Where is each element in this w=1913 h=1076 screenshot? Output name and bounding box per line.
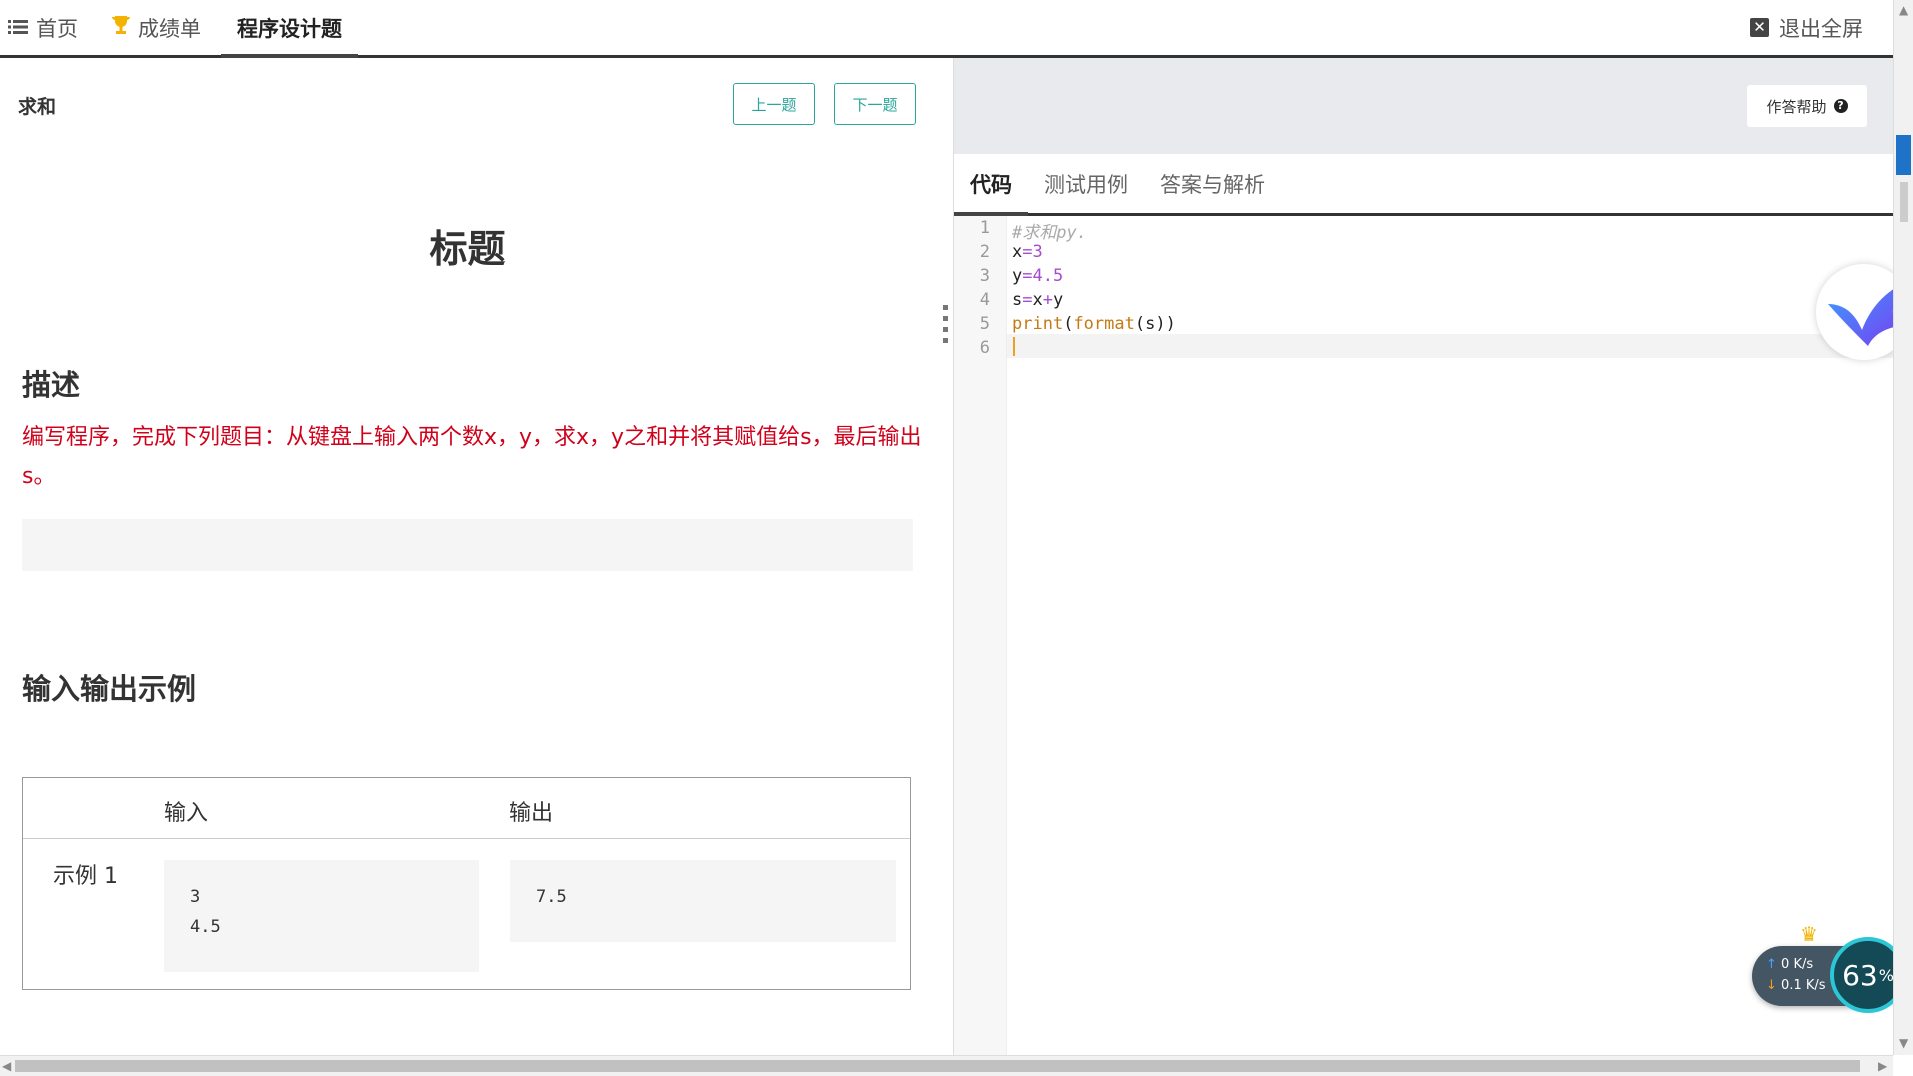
table-header: 输入 输出 bbox=[23, 778, 910, 839]
next-question-button[interactable]: 下一题 bbox=[834, 83, 916, 125]
text-cursor bbox=[1013, 337, 1015, 356]
answer-help-button[interactable]: 作答帮助 ? bbox=[1747, 85, 1867, 127]
answer-help-label: 作答帮助 bbox=[1766, 97, 1827, 116]
example-output-box: 7.5 bbox=[510, 860, 896, 942]
prev-question-button[interactable]: 上一题 bbox=[733, 83, 815, 125]
vip-crown-icon: ♛ bbox=[1800, 922, 1818, 946]
code-line[interactable]: print(format(s)) bbox=[1012, 314, 1176, 334]
code-line[interactable]: x=3 bbox=[1012, 242, 1043, 262]
horizontal-scrollbar[interactable]: ◀ ▶ bbox=[0, 1055, 1893, 1076]
download-speed-value: 0.1 K/s bbox=[1781, 978, 1826, 993]
upload-speed-value: 0 K/s bbox=[1781, 957, 1814, 972]
example-input-line: 3 bbox=[190, 887, 201, 907]
io-example-table: 输入 输出 示例 1 3 4.5 7.5 bbox=[22, 777, 911, 990]
question-mark-icon: ? bbox=[1833, 99, 1848, 113]
line-number: 6 bbox=[979, 338, 990, 358]
line-number-gutter: 1 2 3 4 5 6 bbox=[954, 216, 1007, 1055]
example-input-line: 4.5 bbox=[190, 917, 221, 937]
line-number: 4 bbox=[979, 290, 990, 310]
question-title: 求和 bbox=[18, 96, 57, 118]
vertical-scroll-thumb-secondary[interactable] bbox=[1900, 182, 1908, 222]
line-number: 3 bbox=[979, 266, 990, 286]
tab-programming[interactable]: 程序设计题 bbox=[221, 0, 358, 58]
exit-fullscreen-button[interactable]: ✕ 退出全屏 bbox=[1750, 0, 1863, 55]
column-header-input: 输入 bbox=[164, 801, 209, 826]
io-example-title: 输入输出示例 bbox=[22, 672, 197, 706]
exit-fullscreen-label: 退出全屏 bbox=[1779, 16, 1863, 41]
upload-arrow-icon: ↑ bbox=[1766, 957, 1777, 972]
drag-handle-icon[interactable] bbox=[943, 305, 949, 355]
scroll-right-icon[interactable]: ▶ bbox=[1878, 1059, 1887, 1073]
code-line[interactable]: s=x+y bbox=[1012, 290, 1063, 310]
close-icon: ✕ bbox=[1750, 18, 1769, 37]
tab-programming-label: 程序设计题 bbox=[237, 16, 342, 41]
editor-tabs: 代码 测试用例 答案与解析 bbox=[954, 154, 1893, 216]
memory-usage-unit: % bbox=[1878, 965, 1894, 985]
description-title: 描述 bbox=[22, 368, 81, 402]
example-output-line: 7.5 bbox=[536, 887, 567, 907]
scroll-down-icon[interactable]: ▼ bbox=[1899, 1036, 1908, 1050]
problem-pane: 求和 上一题 下一题 标题 描述 编写程序，完成下列题目：从键盘上输入两个数x，… bbox=[0, 58, 953, 1055]
code-line[interactable]: y=4.5 bbox=[1012, 266, 1063, 286]
example-input-box: 3 4.5 bbox=[164, 860, 479, 972]
scroll-up-icon[interactable]: ▲ bbox=[1899, 3, 1908, 17]
vertical-scroll-thumb[interactable] bbox=[1896, 135, 1911, 175]
code-editor[interactable]: 1 2 3 4 5 6 #求和py. x=3 y=4.5 s=x+y print… bbox=[954, 216, 1893, 1055]
top-nav: 首页 成绩单 程序设计题 ✕ 退出全屏 bbox=[0, 0, 1893, 58]
line-number: 5 bbox=[979, 314, 990, 334]
trophy-icon bbox=[112, 15, 130, 40]
tab-home[interactable]: 首页 bbox=[8, 0, 78, 55]
upload-speed: ↑ 0 K/s bbox=[1766, 957, 1813, 972]
description-text: 编写程序，完成下列题目：从键盘上输入两个数x，y，求x，y之和并将其赋值给s，最… bbox=[22, 425, 922, 489]
tab-test-cases[interactable]: 测试用例 bbox=[1044, 154, 1128, 213]
scroll-left-icon[interactable]: ◀ bbox=[2, 1059, 11, 1073]
download-speed: ↓ 0.1 K/s bbox=[1766, 978, 1826, 993]
line-number: 2 bbox=[979, 242, 990, 262]
problem-heading: 标题 bbox=[429, 227, 506, 271]
tab-scores-label: 成绩单 bbox=[138, 16, 201, 41]
code-line[interactable]: #求和py. bbox=[1012, 218, 1087, 243]
description-empty-block bbox=[22, 519, 913, 571]
tab-code[interactable]: 代码 bbox=[954, 154, 1028, 216]
tab-home-label: 首页 bbox=[36, 16, 78, 41]
download-arrow-icon: ↓ bbox=[1766, 978, 1777, 993]
tab-scores[interactable]: 成绩单 bbox=[112, 0, 201, 55]
memory-usage-percent: 63 bbox=[1842, 958, 1878, 992]
editor-header: 作答帮助 ? bbox=[954, 58, 1893, 154]
horizontal-scroll-thumb[interactable] bbox=[15, 1060, 1860, 1072]
active-line-highlight bbox=[1007, 334, 1893, 358]
tab-answer-analysis[interactable]: 答案与解析 bbox=[1160, 154, 1265, 213]
vertical-scrollbar[interactable]: ▲ ▼ bbox=[1893, 0, 1913, 1055]
column-header-output: 输出 bbox=[509, 801, 554, 826]
line-number: 1 bbox=[979, 218, 990, 238]
list-icon bbox=[8, 16, 28, 40]
example-label: 示例 1 bbox=[53, 864, 118, 889]
